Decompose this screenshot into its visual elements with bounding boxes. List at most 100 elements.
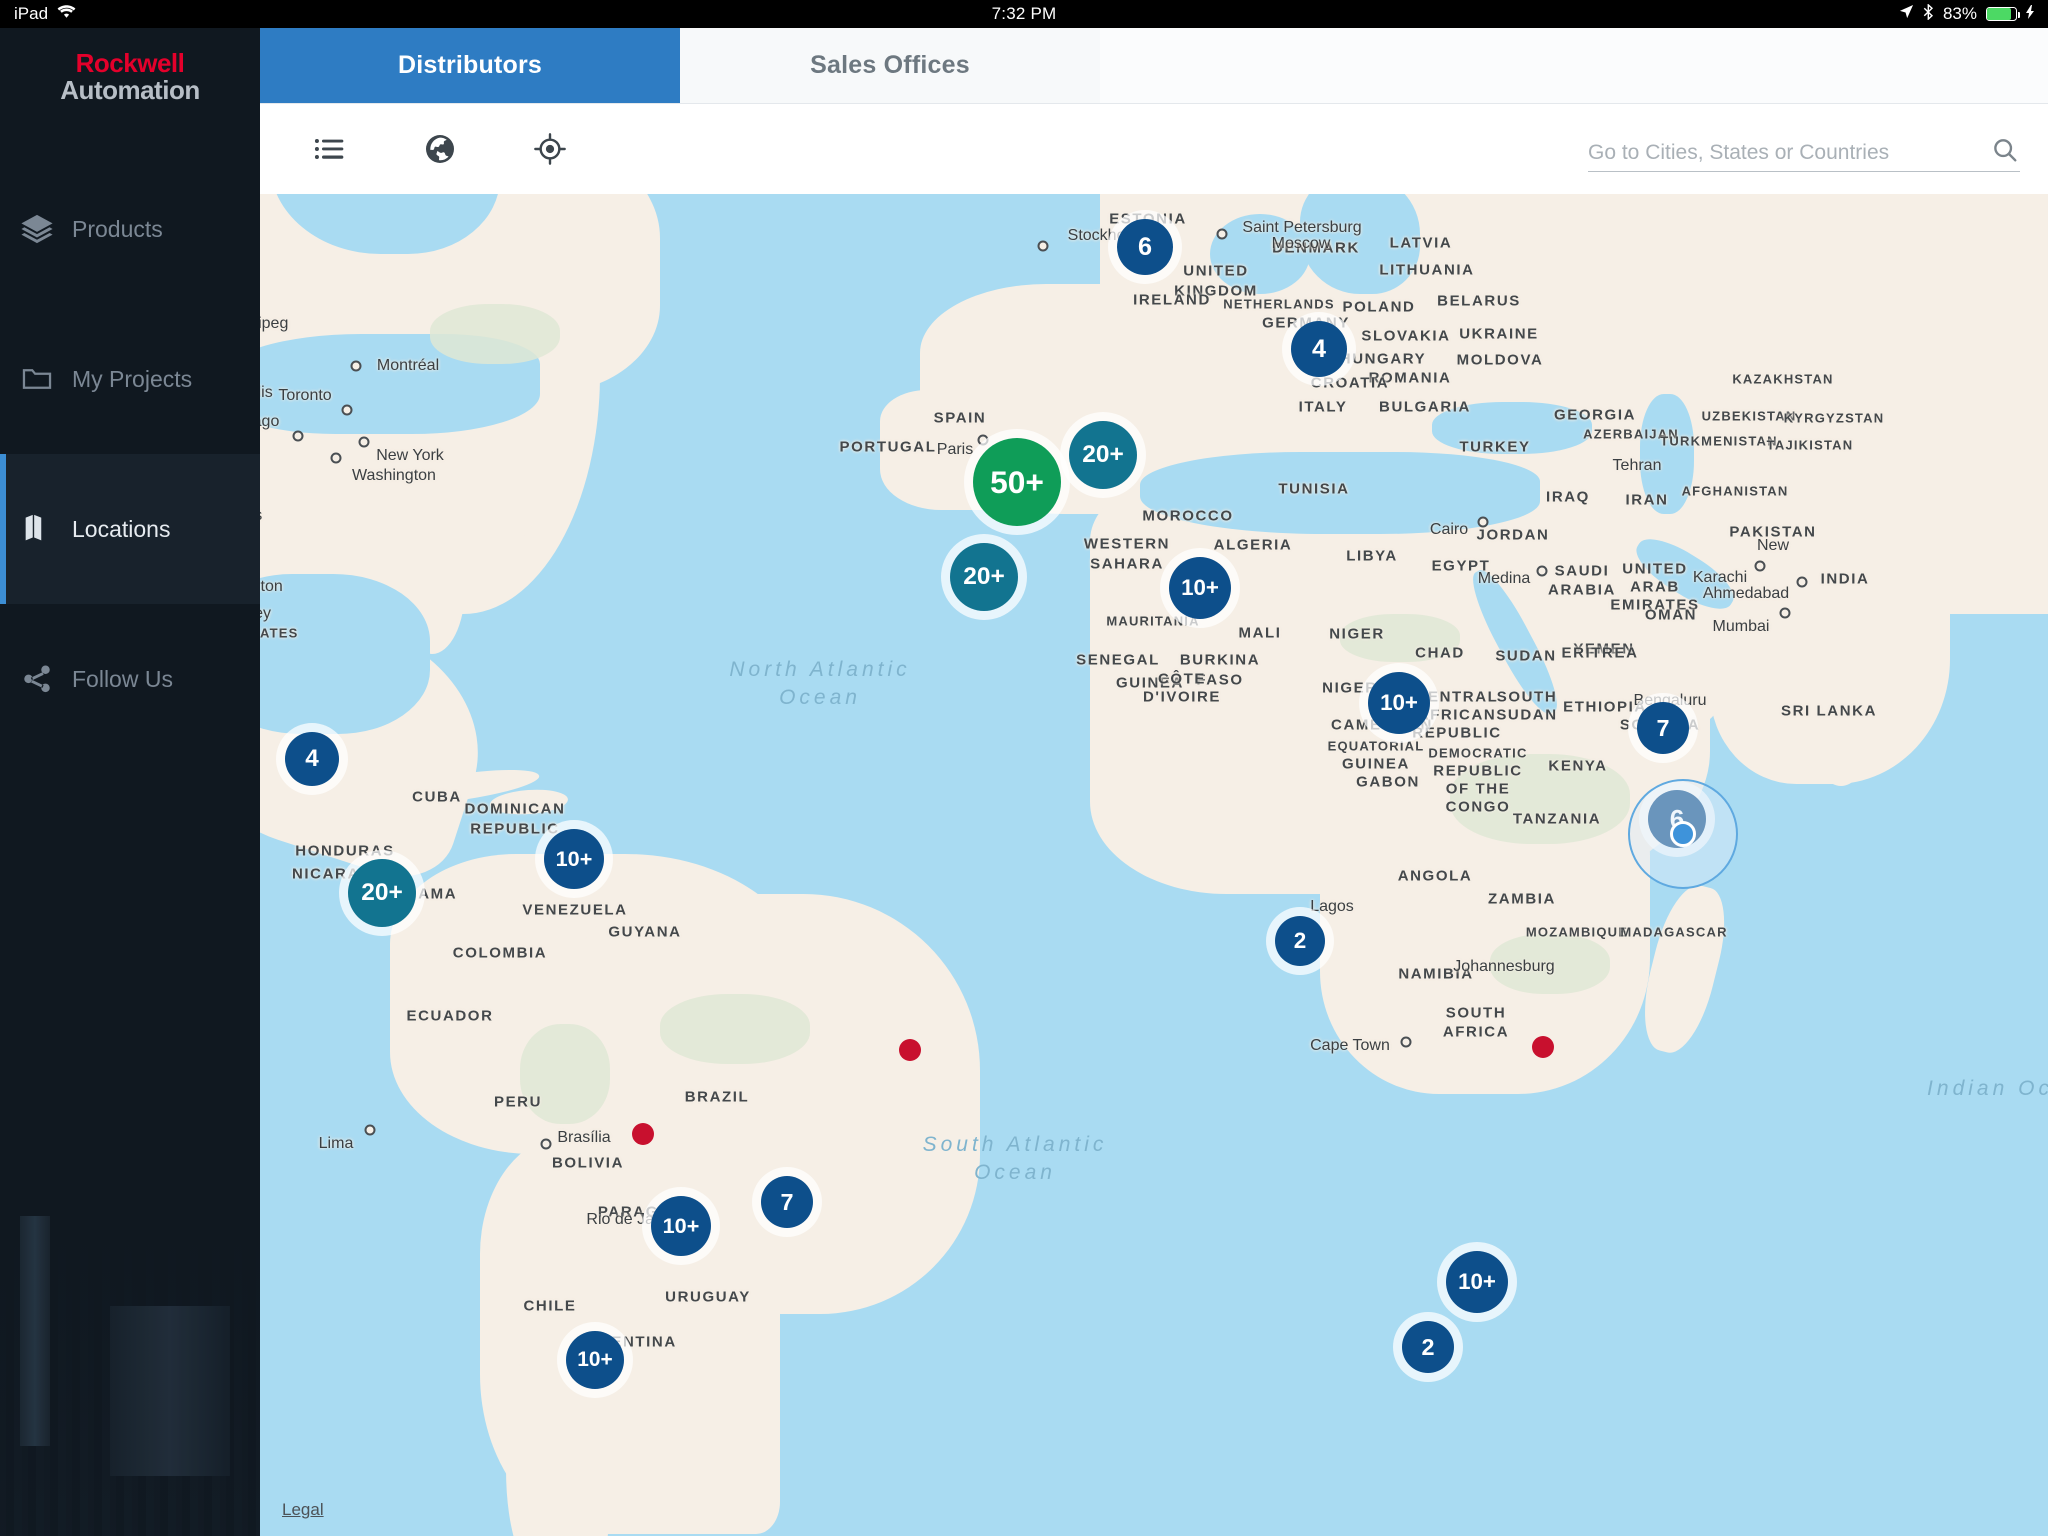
legal-link[interactable]: Legal: [282, 1500, 324, 1520]
map-cluster-marker[interactable]: 20+: [950, 543, 1018, 611]
sidebar-item-my-projects[interactable]: My Projects: [0, 304, 260, 454]
city-label: New: [1756, 537, 1790, 554]
country-label: SLOVAKIA: [1361, 327, 1451, 345]
map-cluster-marker[interactable]: 2: [1275, 916, 1325, 966]
country-label: CONGO: [1445, 798, 1511, 816]
city-label: Chicago: [260, 413, 280, 430]
content-tabs: Distributors Sales Offices: [260, 28, 2048, 104]
map-cluster-marker[interactable]: 20+: [348, 859, 416, 927]
layers-icon: [20, 212, 72, 246]
city-label: Ahmedabad: [1702, 585, 1790, 602]
country-label: UNITED: [1622, 560, 1688, 578]
country-label: SOUTH: [1445, 1004, 1507, 1022]
map-cluster-marker[interactable]: 10+: [651, 1196, 711, 1256]
sidebar-nav: Products My Projects Locations Follow Us: [0, 154, 260, 754]
brand-logo[interactable]: Rockwell Automation: [0, 28, 260, 128]
country-label: KYRGYZSTAN: [1783, 410, 1885, 426]
city-label: Toronto: [278, 387, 332, 404]
sidebar-background-image: [0, 1116, 260, 1536]
ocean-label-south-atlantic: South Atlantic Ocean: [922, 1133, 1108, 1184]
map-toolbar: [260, 104, 2048, 194]
country-label: MOROCCO: [1142, 507, 1234, 525]
country-label: MALI: [1238, 624, 1282, 642]
list-view-icon[interactable]: [308, 127, 352, 171]
city-dot-icon: [341, 404, 353, 416]
map-cluster-marker[interactable]: 10+: [1169, 557, 1231, 619]
map-icon: [20, 512, 72, 546]
country-label: ARABIA: [1548, 581, 1616, 599]
map-location-pin[interactable]: [899, 1039, 921, 1061]
city-dot-icon: [1477, 516, 1489, 528]
map-cluster-marker[interactable]: 50+: [973, 438, 1061, 526]
logo-line-automation: Automation: [60, 75, 200, 105]
ocean-label-indian: Indian Oc: [1927, 1077, 2048, 1100]
map-cluster-marker[interactable]: 10+: [1446, 1251, 1508, 1313]
city-dot-icon: [1536, 565, 1548, 577]
city-dot-icon: [1037, 240, 1049, 252]
city-label: Houston: [260, 578, 283, 595]
country-label: SOUTH: [1496, 688, 1558, 706]
world-map[interactable]: North Atlantic Ocean South Atlantic Ocean …: [260, 194, 2048, 1536]
search-bar[interactable]: [1588, 135, 2020, 172]
country-label: UNITED: [1183, 262, 1249, 280]
city-label: Brasília: [557, 1129, 611, 1146]
map-cluster-marker[interactable]: 7: [1637, 702, 1689, 754]
map-cluster-marker[interactable]: 4: [285, 732, 339, 786]
city-label: Mumbai: [1712, 618, 1770, 635]
country-label: D'IVOIRE: [1142, 688, 1222, 706]
search-icon[interactable]: [1990, 135, 2020, 165]
map-cluster-marker[interactable]: 2: [1402, 1321, 1454, 1373]
city-dot-icon: [330, 452, 342, 464]
country-label: MOZAMBIQUE: [1525, 924, 1629, 940]
city-label: Dallas: [260, 507, 262, 525]
globe-icon[interactable]: [418, 127, 462, 171]
map-location-pin[interactable]: [632, 1123, 654, 1145]
map-cluster-marker[interactable]: 10+: [544, 829, 604, 889]
tab-sales-offices[interactable]: Sales Offices: [680, 28, 1100, 103]
country-label: BOLIVIA: [551, 1154, 625, 1172]
map-cluster-marker[interactable]: 7: [761, 1176, 813, 1228]
toolbar-icon-group: [260, 127, 572, 171]
ios-status-bar: iPad 7:32 PM 83%: [0, 0, 2048, 28]
country-label: AFGHANISTAN: [1681, 483, 1789, 499]
country-label: BULGARIA: [1379, 398, 1471, 416]
country-label: TURKEY: [1459, 438, 1531, 456]
locate-me-icon[interactable]: [528, 127, 572, 171]
map-cluster-marker[interactable]: 10+: [566, 1331, 624, 1389]
country-label: TAJIKISTAN: [1766, 437, 1854, 453]
city-dot-icon: [292, 430, 304, 442]
battery-percentage: 83%: [1942, 4, 1977, 23]
sidebar-item-follow-us[interactable]: Follow Us: [0, 604, 260, 754]
map-cluster-marker[interactable]: 20+: [1069, 421, 1137, 489]
city-label: Minneapolis: [260, 384, 273, 401]
country-label: IRAQ: [1546, 488, 1590, 506]
country-label: JORDAN: [1476, 526, 1550, 544]
country-label: ARAB: [1630, 578, 1680, 596]
country-label: DOMINICAN: [464, 800, 566, 818]
country-label: OMAN: [1644, 606, 1698, 624]
sidebar-item-label: Products: [72, 215, 163, 242]
country-label: BELARUS: [1437, 292, 1521, 310]
country-label: URUGUAY: [665, 1288, 751, 1306]
logo-line-rockwell: Rockwell: [75, 48, 185, 78]
city-dot-icon: [1796, 576, 1808, 588]
city-dot-icon: [358, 436, 370, 448]
bluetooth-icon: [1923, 2, 1934, 25]
map-cluster-marker[interactable]: 10+: [1368, 672, 1430, 734]
country-label: TURKMENISTAN: [1660, 433, 1778, 449]
landmass-sri-lanka: [1818, 724, 1864, 786]
sidebar-item-products[interactable]: Products: [0, 154, 260, 304]
app-sidebar: Rockwell Automation Products My Projects…: [0, 28, 260, 1536]
country-label: MADAGASCAR: [1620, 924, 1728, 940]
sidebar-item-locations[interactable]: Locations: [0, 454, 260, 604]
tab-distributors[interactable]: Distributors: [260, 28, 680, 103]
country-label: SUDAN: [1495, 647, 1557, 665]
search-input[interactable]: [1588, 141, 1990, 165]
city-dot-icon: [977, 434, 989, 446]
map-location-pin[interactable]: [1532, 1036, 1554, 1058]
city-label: Lima: [318, 1135, 354, 1152]
map-cluster-marker[interactable]: 6: [1117, 219, 1173, 275]
country-label: BRAZIL: [684, 1088, 750, 1106]
country-label: CHAD: [1415, 644, 1465, 662]
map-cluster-marker[interactable]: 4: [1291, 321, 1347, 377]
